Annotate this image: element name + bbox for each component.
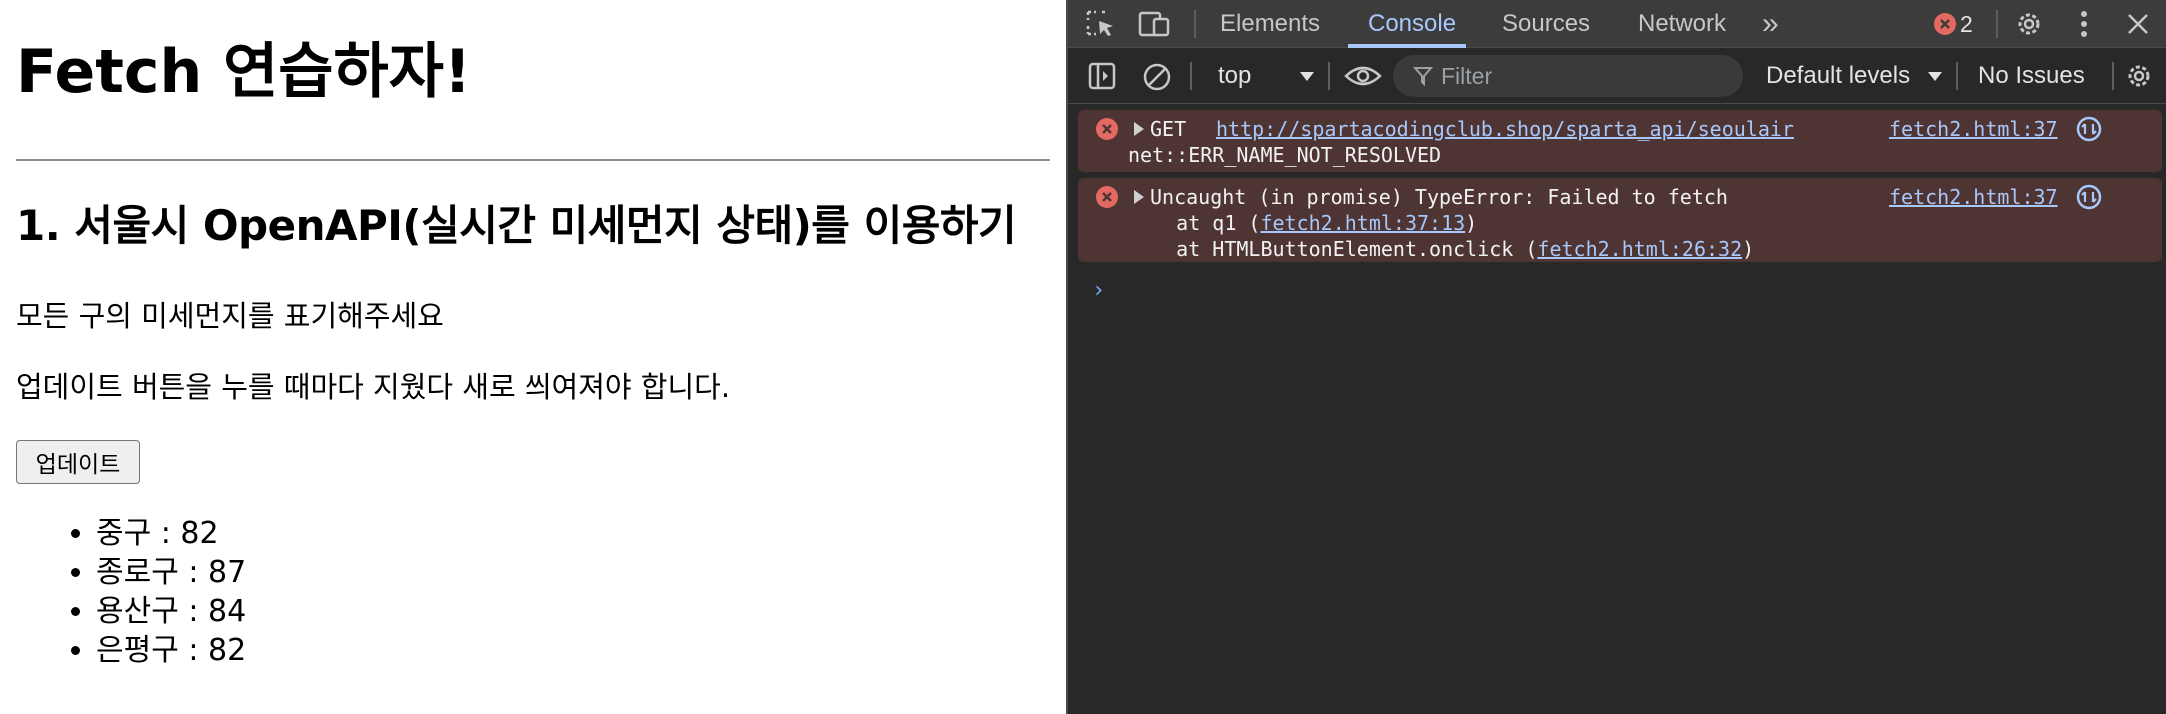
error-icon bbox=[1096, 186, 1118, 208]
tab-console[interactable]: Console bbox=[1368, 0, 1456, 48]
log-levels-dropdown[interactable]: Default levels bbox=[1766, 48, 1910, 104]
district-list: 중구 : 82 종로구 : 87 용산구 : 84 은평구 : 82 bbox=[56, 514, 246, 670]
console-settings-gear-icon[interactable] bbox=[2124, 61, 2154, 91]
tab-elements[interactable]: Elements bbox=[1220, 0, 1320, 48]
separator bbox=[1956, 62, 1958, 90]
chevron-down-icon[interactable] bbox=[1928, 72, 1942, 81]
error-detail: net::ERR_NAME_NOT_RESOLVED bbox=[1128, 143, 1442, 167]
list-item: 용산구 : 84 bbox=[96, 592, 246, 631]
tab-network[interactable]: Network bbox=[1638, 0, 1726, 48]
tab-sources[interactable]: Sources bbox=[1502, 0, 1590, 48]
device-toolbar-icon[interactable] bbox=[1138, 10, 1172, 38]
page-content: Fetch 연습하자! 1. 서울시 OpenAPI(실시간 미세먼지 상태)를… bbox=[0, 0, 1066, 714]
separator bbox=[1194, 10, 1196, 38]
issues-indicator[interactable]: No Issues bbox=[1978, 48, 2085, 104]
source-link[interactable]: fetch2.html:37 bbox=[1889, 116, 2058, 142]
list-item: 종로구 : 87 bbox=[96, 553, 246, 592]
filter-input[interactable]: Filter bbox=[1393, 55, 1743, 97]
filter-placeholder: Filter bbox=[1441, 63, 1493, 89]
console-error-message[interactable]: Uncaught (in promise) TypeError: Failed … bbox=[1078, 178, 2162, 262]
settings-gear-icon[interactable] bbox=[2014, 9, 2044, 39]
devtools-tabbar: Elements Console Sources Network » 2 bbox=[1068, 0, 2166, 48]
stack-frame-link[interactable]: fetch2.html:37:13 bbox=[1260, 211, 1465, 235]
devtools-panel: Elements Console Sources Network » 2 top… bbox=[1066, 0, 2166, 714]
error-text: Uncaught (in promise) TypeError: Failed … bbox=[1150, 185, 1728, 209]
clear-console-icon[interactable] bbox=[1142, 62, 1172, 92]
stack-frame-text: at q1 ( bbox=[1128, 211, 1261, 235]
error-icon bbox=[1096, 118, 1118, 140]
stack-frame: at HTMLButtonElement.onclick (fetch2.htm… bbox=[1128, 236, 1754, 262]
more-options-icon[interactable] bbox=[2080, 10, 2088, 38]
description-text: 모든 구의 미세먼지를 표기해주세요 bbox=[16, 299, 444, 333]
network-request-icon[interactable] bbox=[2076, 116, 2102, 142]
update-button[interactable]: 업데이트 bbox=[16, 440, 140, 484]
inspect-element-icon[interactable] bbox=[1086, 10, 1116, 38]
network-request-icon[interactable] bbox=[2076, 184, 2102, 210]
console-prompt[interactable]: › bbox=[1092, 278, 1105, 303]
request-url-link[interactable]: http://spartacodingclub.shop/sparta_api/… bbox=[1216, 116, 1794, 142]
list-item: 은평구 : 82 bbox=[96, 631, 246, 670]
instruction-text: 업데이트 버튼을 누를 때마다 지웠다 새로 씌여져야 합니다. bbox=[16, 370, 731, 404]
separator bbox=[1328, 62, 1330, 90]
separator bbox=[2112, 62, 2114, 90]
stack-frame: at q1 (fetch2.html:37:13) bbox=[1128, 210, 1477, 236]
sidebar-toggle-icon[interactable] bbox=[1088, 62, 1116, 90]
close-icon[interactable] bbox=[2126, 12, 2150, 36]
separator bbox=[1190, 62, 1192, 90]
list-item: 중구 : 82 bbox=[96, 514, 246, 553]
stack-frame-text: at HTMLButtonElement.onclick ( bbox=[1128, 237, 1538, 261]
expand-triangle-icon[interactable] bbox=[1134, 190, 1144, 204]
section-title: 1. 서울시 OpenAPI(실시간 미세먼지 상태)를 이용하기 bbox=[16, 201, 1017, 250]
request-method: GET bbox=[1150, 117, 1187, 141]
error-count-icon[interactable] bbox=[1934, 13, 1956, 35]
source-link[interactable]: fetch2.html:37 bbox=[1889, 184, 2058, 210]
console-error-message[interactable]: GET http://spartacodingclub.shop/sparta_… bbox=[1078, 110, 2162, 172]
expand-triangle-icon[interactable] bbox=[1134, 122, 1144, 136]
console-toolbar: top Filter Default levels No Issues bbox=[1068, 48, 2166, 104]
stack-frame-text: ) bbox=[1465, 211, 1478, 235]
filter-funnel-icon bbox=[1413, 66, 1433, 86]
chevron-down-icon[interactable] bbox=[1300, 72, 1314, 81]
separator bbox=[1996, 10, 1998, 38]
divider bbox=[16, 159, 1050, 161]
page-title: Fetch 연습하자! bbox=[16, 37, 472, 107]
eye-icon[interactable] bbox=[1344, 64, 1382, 88]
more-tabs-icon[interactable]: » bbox=[1762, 0, 1779, 48]
stack-frame-link[interactable]: fetch2.html:26:32 bbox=[1537, 237, 1742, 261]
error-count[interactable]: 2 bbox=[1960, 0, 1973, 48]
context-selector[interactable]: top bbox=[1218, 48, 1251, 104]
stack-frame-text: ) bbox=[1742, 237, 1755, 261]
